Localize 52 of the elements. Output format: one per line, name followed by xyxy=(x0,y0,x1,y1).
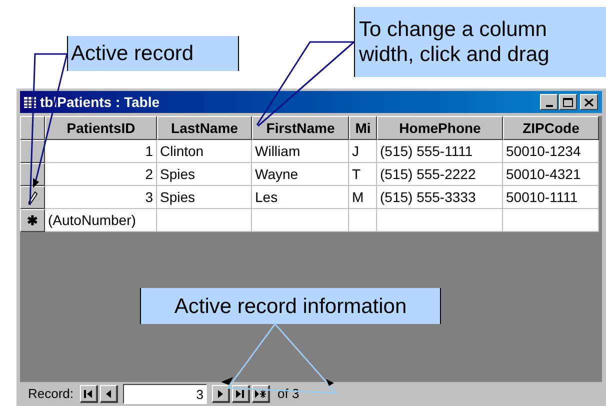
table-cell: 2 xyxy=(45,163,157,186)
callout-label: To change a column width, click and drag xyxy=(354,7,606,77)
column-header[interactable]: ZIPCode xyxy=(503,116,599,140)
table-cell: 50010-1234 xyxy=(503,140,599,163)
close-button[interactable] xyxy=(580,94,598,110)
table-cell: Spies xyxy=(157,163,252,186)
table-cell: Wayne xyxy=(252,163,349,186)
column-header[interactable]: PatientsID xyxy=(45,116,157,140)
table-cell: M xyxy=(349,186,377,209)
table-cell: (AutoNumber) xyxy=(45,209,157,232)
table-cell: 50010-1111 xyxy=(503,186,599,209)
table-cell xyxy=(349,209,377,232)
callout-label: Active record information xyxy=(140,288,441,324)
first-record-button[interactable] xyxy=(80,385,98,403)
minimize-icon xyxy=(546,104,552,106)
table-cell: (515) 555-2222 xyxy=(377,163,503,186)
previous-record-button[interactable] xyxy=(100,385,118,403)
next-record-button[interactable] xyxy=(212,385,230,403)
callout-label: Active record xyxy=(67,36,239,71)
table-cell: Les xyxy=(252,186,349,209)
table-cell: 1 xyxy=(45,140,157,163)
table-cell: (515) 555-1111 xyxy=(377,140,503,163)
column-header[interactable]: Mi xyxy=(349,116,377,140)
table-cell: 50010-4321 xyxy=(503,163,599,186)
left-triangle-icon xyxy=(106,390,111,398)
record-label: Record: xyxy=(28,385,74,404)
record-number-field[interactable]: 3 xyxy=(122,384,207,404)
column-header[interactable]: FirstName xyxy=(252,116,349,140)
column-header[interactable]: LastName xyxy=(157,116,252,140)
column-header[interactable]: HomePhone xyxy=(377,116,503,140)
last-icon xyxy=(236,390,244,398)
table-cell: (515) 555-3333 xyxy=(377,186,503,209)
table-cell: 3 xyxy=(45,186,157,209)
new-row-selector[interactable]: ✱ xyxy=(20,209,45,232)
close-icon xyxy=(584,98,594,106)
table-cell: Clinton xyxy=(157,140,252,163)
table-cell: T xyxy=(349,163,377,186)
last-record-button[interactable] xyxy=(232,385,250,403)
maximize-icon xyxy=(563,98,573,106)
window-title: tblPatients : Table xyxy=(40,95,160,109)
first-icon xyxy=(84,390,92,398)
table-cell: William xyxy=(252,140,349,163)
right-triangle-icon xyxy=(218,390,223,398)
maximize-button[interactable] xyxy=(559,94,577,110)
row-selector[interactable] xyxy=(20,186,45,209)
table-cell: J xyxy=(349,140,377,163)
new-record-icon xyxy=(254,390,266,398)
new-record-button[interactable] xyxy=(252,385,270,403)
minimize-button[interactable] xyxy=(540,94,558,110)
table-cell: Spies xyxy=(157,186,252,209)
row-selector-header xyxy=(20,116,45,140)
pencil-icon xyxy=(28,190,38,204)
